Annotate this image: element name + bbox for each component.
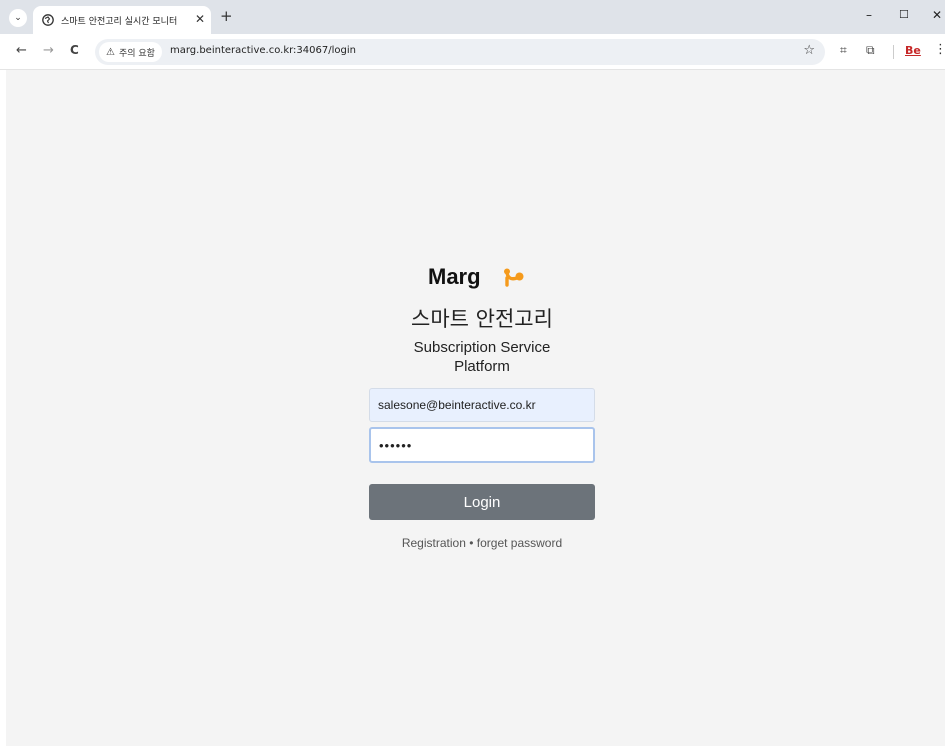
link-separator: •	[469, 536, 474, 550]
be-icon[interactable]: Be	[905, 44, 921, 57]
auth-links: Registration • forget password	[369, 536, 595, 550]
security-chip[interactable]: ⚠ 주의 요함	[99, 42, 162, 62]
forget-password-link[interactable]: forget password	[477, 536, 562, 550]
url-text[interactable]: marg.beinteractive.co.kr:34067/login	[170, 45, 356, 56]
page-content: Marg 스마트 안전고리 Subscription Service Platf…	[0, 70, 945, 746]
login-button[interactable]: Login	[369, 484, 595, 520]
globe-icon	[42, 14, 54, 26]
tab-strip: ⌄ 스마트 안전고리 실시간 모니터 ✕ + – ☐ ✕	[0, 0, 945, 34]
page-title: 스마트 안전고리	[411, 307, 553, 331]
security-label: 주의 요함	[118, 48, 155, 59]
subtitle-line-1: Subscription Service	[413, 339, 551, 356]
toolbar-divider	[893, 45, 894, 59]
logo-mark-icon	[504, 268, 524, 287]
close-window-button[interactable]: ✕	[932, 8, 942, 22]
email-field[interactable]	[369, 388, 595, 422]
warning-icon: ⚠	[106, 46, 115, 58]
logo-text: Marg	[428, 264, 481, 289]
puzzle-icon[interactable]: ⧉	[866, 43, 875, 58]
forward-button[interactable]: →	[43, 43, 54, 58]
minimize-button[interactable]: –	[866, 8, 872, 22]
password-field[interactable]	[369, 427, 595, 463]
new-tab-button[interactable]: +	[220, 7, 233, 25]
subtitle-line-2: Platform	[454, 358, 510, 375]
maximize-button[interactable]: ☐	[899, 8, 909, 21]
reload-button[interactable]: C	[70, 43, 79, 57]
kebab-menu-icon[interactable]: ⋮	[934, 42, 945, 57]
screen-capture-icon[interactable]: ⌗	[840, 43, 847, 58]
browser-tab[interactable]: 스마트 안전고리 실시간 모니터 ✕	[33, 6, 211, 34]
tab-title: 스마트 안전고리 실시간 모니터	[61, 16, 178, 27]
star-icon[interactable]: ☆	[803, 43, 815, 58]
registration-link[interactable]: Registration	[402, 536, 466, 550]
marg-logo: Marg	[428, 264, 538, 294]
browser-toolbar: ← → C ⚠ 주의 요함 marg.beinteractive.co.kr:3…	[0, 34, 945, 70]
tab-close-icon[interactable]: ✕	[195, 12, 205, 26]
back-button[interactable]: ←	[16, 43, 27, 58]
page-subtitle: Subscription Service Platform	[369, 338, 595, 376]
address-bar[interactable]: ⚠ 주의 요함 marg.beinteractive.co.kr:34067/l…	[95, 39, 825, 65]
chevron-down-icon[interactable]: ⌄	[9, 9, 27, 27]
